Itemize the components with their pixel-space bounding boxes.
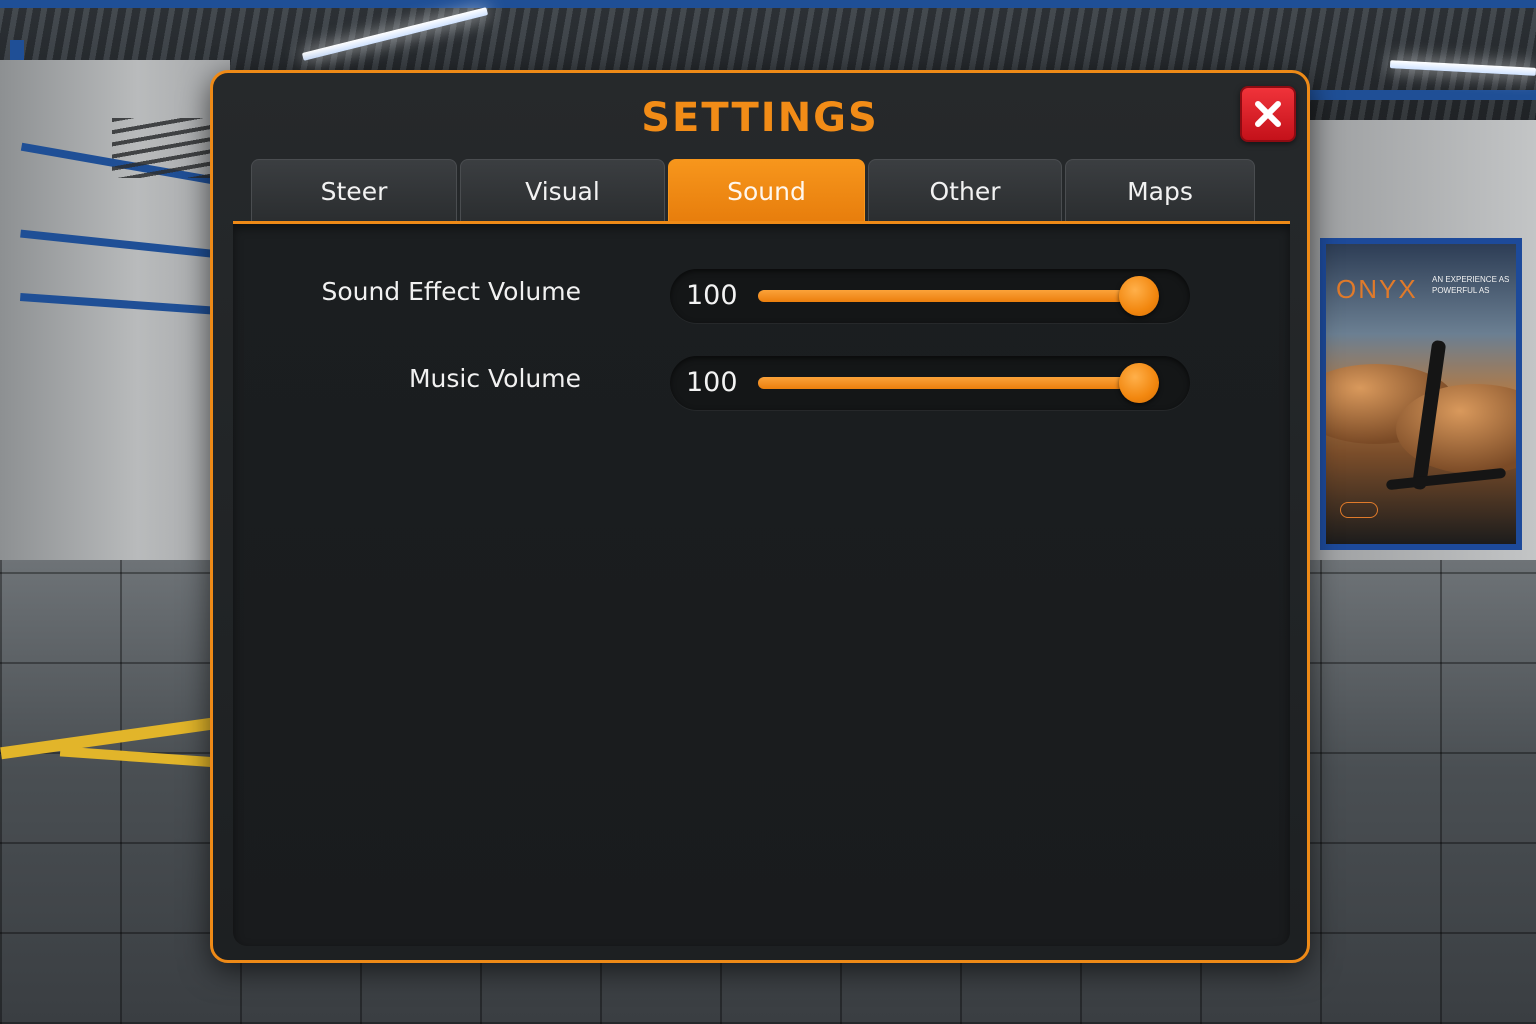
slider-fill <box>758 377 1139 389</box>
ceiling-beam <box>0 0 1536 8</box>
treadmill <box>1385 467 1507 491</box>
tab-sound[interactable]: Sound <box>668 159 865 223</box>
tab-visual[interactable]: Visual <box>460 159 665 223</box>
sound-effect-volume-slider: 100 <box>670 269 1190 323</box>
slider-handle[interactable] <box>1119 363 1159 403</box>
poster-image: ONYX AN EXPERIENCE AS POWERFUL AS <box>1326 244 1516 544</box>
tab-maps[interactable]: Maps <box>1065 159 1255 223</box>
settings-dialog: SETTINGS Steer Visual Sound Other Maps S… <box>210 70 1310 963</box>
slider-track[interactable] <box>758 276 1159 316</box>
slider-value: 100 <box>686 280 738 311</box>
tab-steer[interactable]: Steer <box>251 159 457 223</box>
slider-value: 100 <box>686 367 738 398</box>
tab-label: Steer <box>320 177 388 206</box>
close-x-icon <box>1255 101 1281 127</box>
poster-brand: ONYX <box>1336 274 1418 304</box>
sound-settings-panel: Sound Effect Volume 100 Music Volume 100 <box>233 224 1290 946</box>
tab-label: Maps <box>1127 177 1193 206</box>
tab-label: Other <box>929 177 1001 206</box>
onyx-poster: ONYX AN EXPERIENCE AS POWERFUL AS <box>1320 238 1522 550</box>
wall-vent <box>112 118 212 178</box>
tab-label: Sound <box>727 177 806 206</box>
ceiling-beam <box>1300 90 1536 100</box>
close-button[interactable] <box>1240 86 1296 142</box>
tab-label: Visual <box>525 177 600 206</box>
music-volume-label: Music Volume <box>408 364 581 393</box>
tab-other[interactable]: Other <box>868 159 1062 223</box>
poster-badge <box>1340 502 1378 518</box>
sound-effect-volume-label: Sound Effect Volume <box>321 277 581 306</box>
slider-fill <box>758 290 1139 302</box>
dialog-title: SETTINGS <box>641 95 879 141</box>
music-volume-slider: 100 <box>670 356 1190 410</box>
slider-handle[interactable] <box>1119 276 1159 316</box>
slider-track[interactable] <box>758 363 1159 403</box>
poster-tagline: AN EXPERIENCE AS POWERFUL AS <box>1432 275 1510 295</box>
